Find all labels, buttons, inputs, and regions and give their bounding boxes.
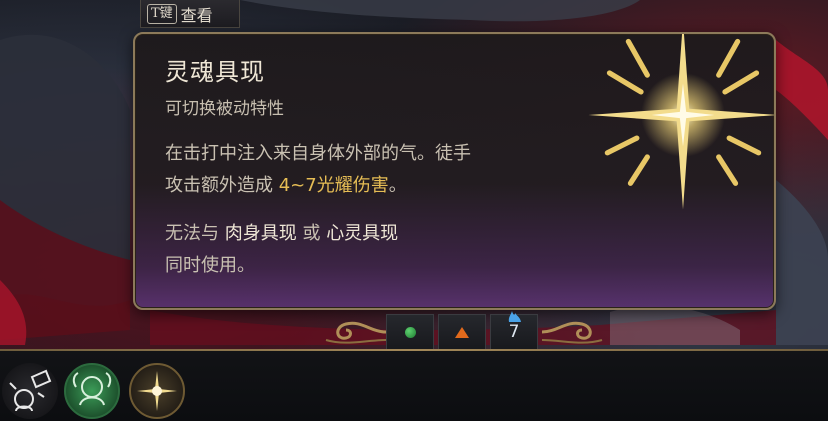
hotbar-slot-body[interactable]: [64, 363, 120, 419]
description-line1: 在击打中注入来自身体外部的气。徒手: [165, 143, 471, 164]
soul-manifestation-icon: [137, 371, 177, 411]
passive-description: 在击打中注入来自身体外部的气。徒手 攻击额外造成 4~7光耀伤害。: [165, 138, 585, 202]
inspect-key: T键: [147, 3, 177, 24]
hotbar: [0, 351, 828, 421]
resource-bar: 7: [316, 310, 612, 350]
left-ornament: [325, 321, 386, 344]
passive-title: 灵魂具现: [165, 58, 265, 86]
note-item-body[interactable]: 肉身具现: [225, 223, 297, 244]
game-scene: T键 查看 灵魂具现 可切换被动特性 在击打中注入来自身体外部的气。徒手 攻击额…: [0, 0, 828, 421]
bonus-action-slot[interactable]: [438, 314, 486, 350]
description-line2-prefix: 攻击额外造成: [165, 175, 279, 196]
inspect-label: 查看: [180, 5, 213, 25]
hotbar-slot-soul[interactable]: [129, 363, 185, 419]
note-item-mind[interactable]: 心灵具现: [326, 223, 398, 244]
ki-points-slot[interactable]: 7: [490, 311, 538, 350]
note-prefix: 无法与: [165, 223, 225, 244]
action-slot[interactable]: [386, 314, 434, 350]
passive-tooltip: 灵魂具现 可切换被动特性 在击打中注入来自身体外部的气。徒手 攻击额外造成 4~…: [133, 32, 776, 310]
right-ornament: [542, 321, 603, 344]
radiant-star-icon: [588, 34, 774, 210]
green-dot-icon: [404, 326, 416, 338]
blue-flame-icon: [508, 311, 521, 322]
passive-subtitle: 可切换被动特性: [165, 99, 284, 119]
passive-exclusion-note: 无法与 肉身具现 或 心灵具现 同时使用。: [165, 218, 585, 282]
orange-triangle-icon: [455, 326, 469, 338]
ki-points-value: 7: [508, 322, 520, 342]
description-line2-suffix: 。: [388, 175, 407, 196]
inspect-hint[interactable]: T键 查看: [140, 0, 240, 28]
note-line2: 同时使用。: [165, 255, 255, 276]
body-manifestation-icon: [72, 372, 112, 406]
damage-value[interactable]: 4~7光耀伤害: [279, 175, 389, 196]
unarmed-strike-icon: [9, 369, 52, 412]
hotbar-slot-unarmed[interactable]: [2, 363, 58, 419]
note-mid: 或: [296, 223, 327, 244]
